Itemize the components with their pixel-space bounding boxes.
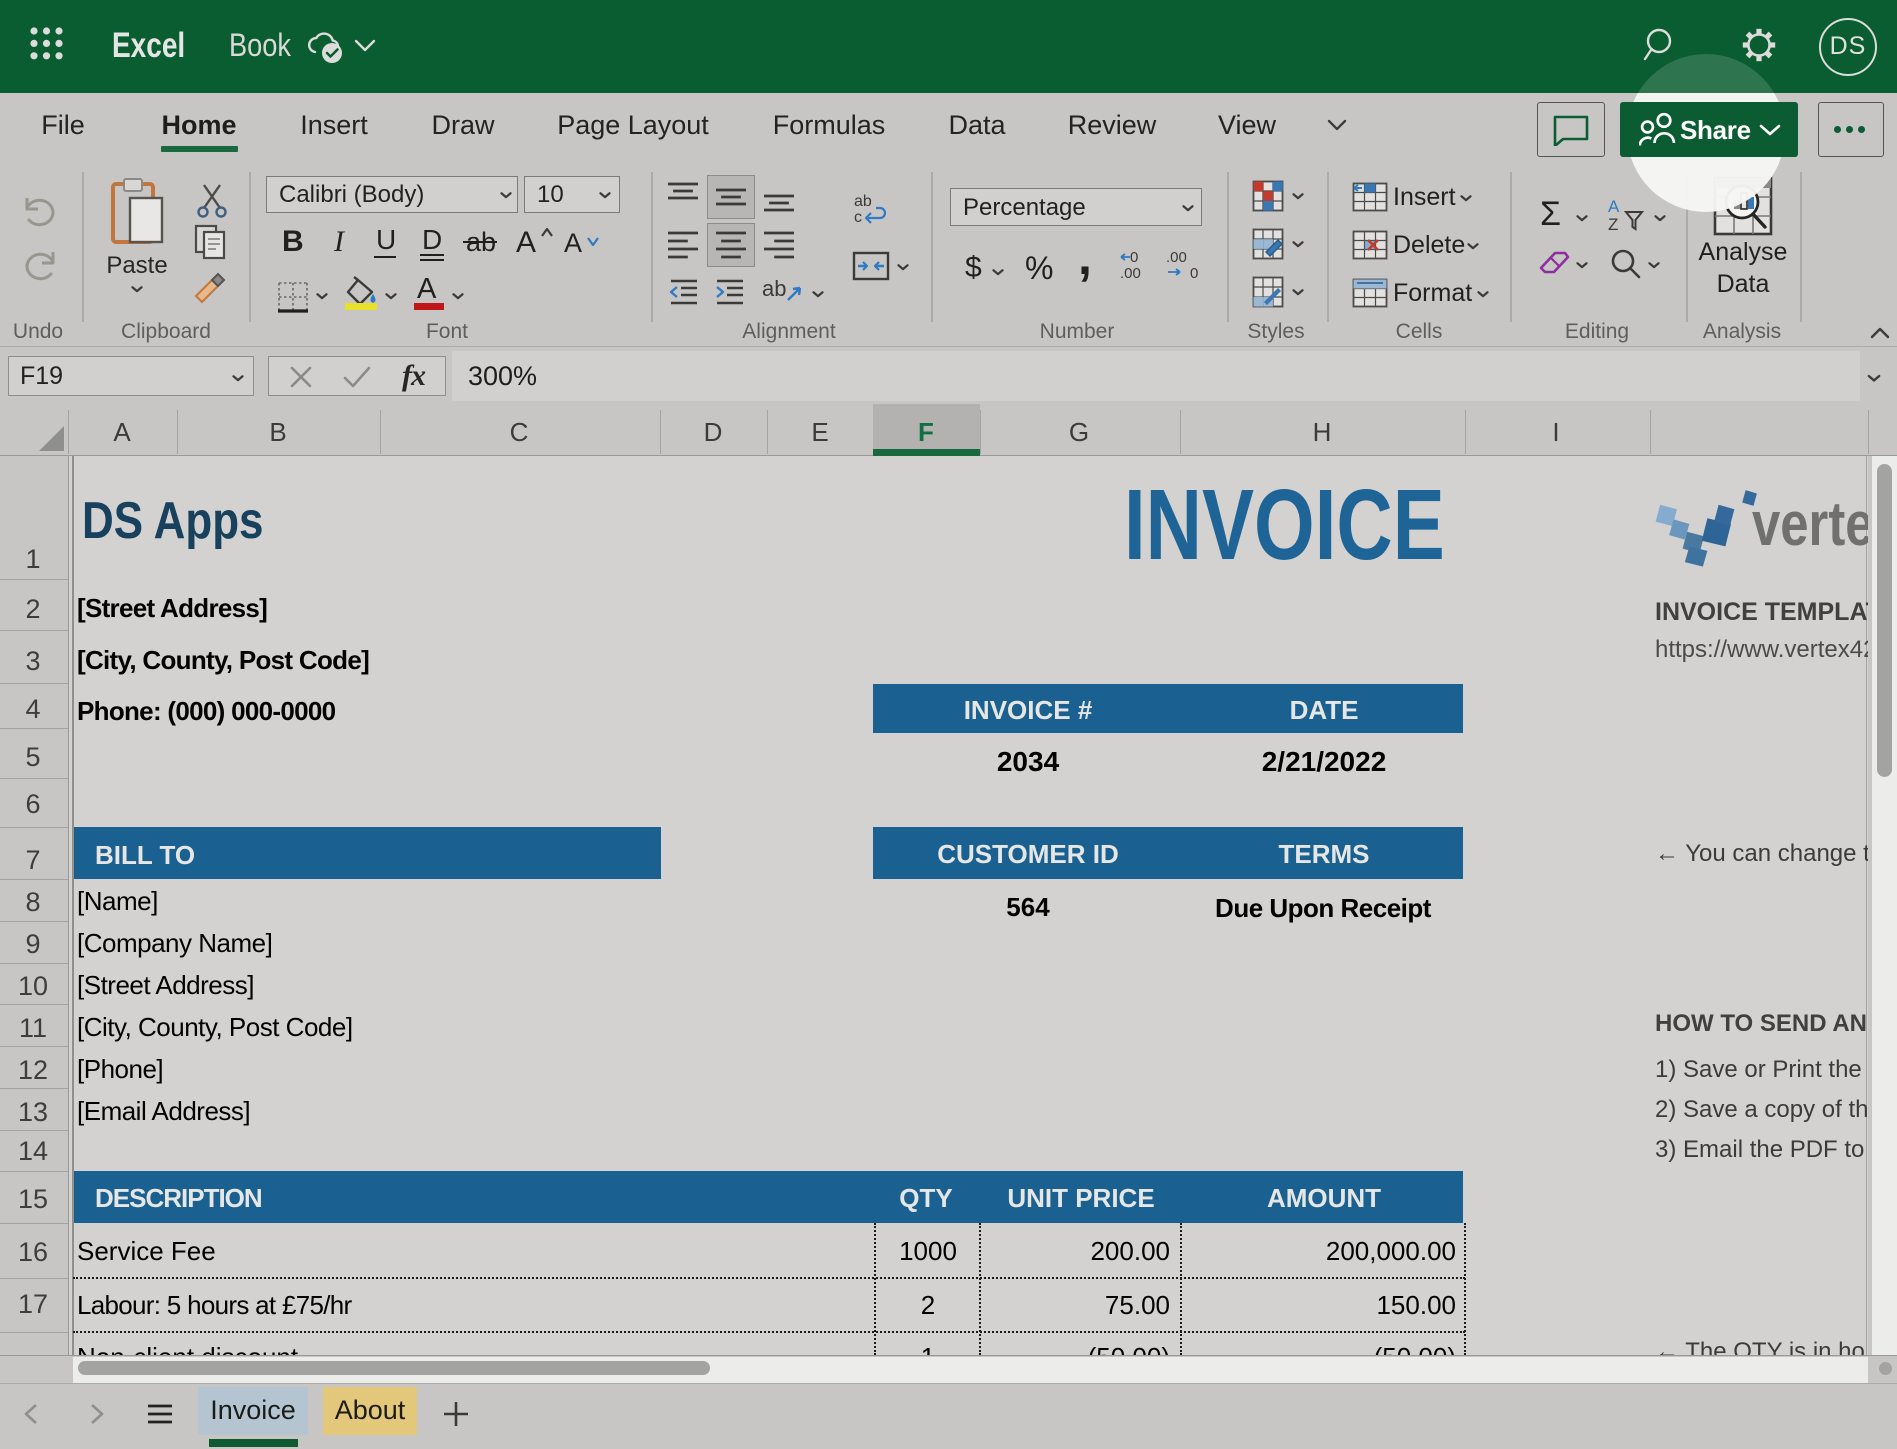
svg-text:Z: Z <box>1608 215 1618 234</box>
svg-text:ab: ab <box>762 276 786 301</box>
svg-text:0: 0 <box>1130 250 1138 266</box>
svg-text:A: A <box>1608 198 1620 216</box>
svg-text:ab: ab <box>854 193 872 210</box>
svg-text:.00: .00 <box>1120 265 1141 282</box>
svg-text:c: c <box>854 209 862 226</box>
svg-text:0: 0 <box>1190 265 1198 282</box>
svg-text:.00: .00 <box>1166 250 1187 266</box>
